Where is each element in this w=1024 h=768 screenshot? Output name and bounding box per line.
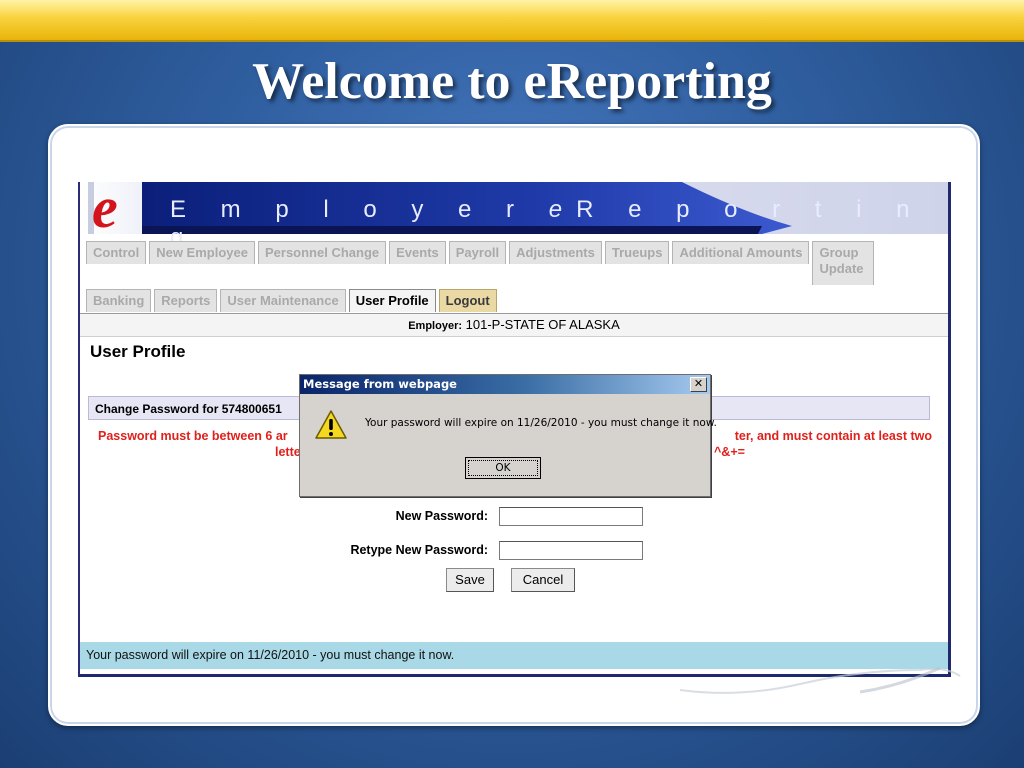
tab-additional-amounts[interactable]: Additional Amounts [672,241,810,264]
employer-ereporting-banner: e E m p l o y e r eR e p o r t i n g [80,182,948,251]
dialog-message: Your password will expire on 11/26/2010 … [365,417,717,429]
banner-title-e: e [548,196,577,223]
retype-password-input[interactable] [499,541,643,560]
new-password-input[interactable] [499,507,643,526]
close-icon[interactable]: ✕ [690,377,707,392]
dialog-title: Message from webpage [303,377,457,391]
employer-label: Employer: [408,320,463,332]
rules-line1-end: ter, and must contain at least two [734,429,932,443]
employer-bar: Employer: 101-P-STATE OF ALASKA [80,314,948,337]
ok-button[interactable]: OK [465,457,541,479]
tab-user-profile[interactable]: User Profile [348,289,436,312]
page-title: User Profile [90,342,186,361]
tab-trueups[interactable]: Trueups [604,241,670,264]
tab-payroll[interactable]: Payroll [448,241,507,264]
warning-icon [315,410,347,439]
tab-events[interactable]: Events [389,241,446,264]
e-logo: e [92,182,118,240]
slide-title: Welcome to eReporting [252,53,772,110]
rules-line2-end: ^&+= [714,445,745,459]
tab-group-update[interactable]: Group Update [812,241,875,285]
dialog-title-bar: Message from webpage ✕ [300,375,710,394]
message-dialog: Message from webpage ✕ Your password wil… [299,374,717,497]
cancel-button[interactable]: Cancel [511,568,575,592]
new-password-label: New Password: [395,509,488,523]
save-button[interactable]: Save [446,568,494,592]
tab-personnel-change[interactable]: Personnel Change [257,241,387,264]
banner-title-employer: E m p l o y e r [170,196,529,223]
employer-value: 101-P-STATE OF ALASKA [465,317,620,332]
tab-logout[interactable]: Logout [438,289,497,312]
tab-banking[interactable]: Banking [86,289,152,312]
tabs-row-2: Banking Reports User Maintenance User Pr… [86,289,497,312]
tab-reports[interactable]: Reports [154,289,218,312]
retype-password-label: Retype New Password: [350,543,488,557]
decorative-scribble [679,666,961,694]
tab-adjustments[interactable]: Adjustments [509,241,602,264]
rules-line2-start: lette [275,445,301,459]
top-gold-bar [0,0,1024,42]
tab-control[interactable]: Control [86,241,147,264]
tab-new-employee[interactable]: New Employee [149,241,255,264]
rules-line1-start: Password must be between 6 ar [98,429,288,443]
tabs-row-1: Control New Employee Personnel Change Ev… [86,241,875,285]
tab-user-maintenance[interactable]: User Maintenance [220,289,346,312]
